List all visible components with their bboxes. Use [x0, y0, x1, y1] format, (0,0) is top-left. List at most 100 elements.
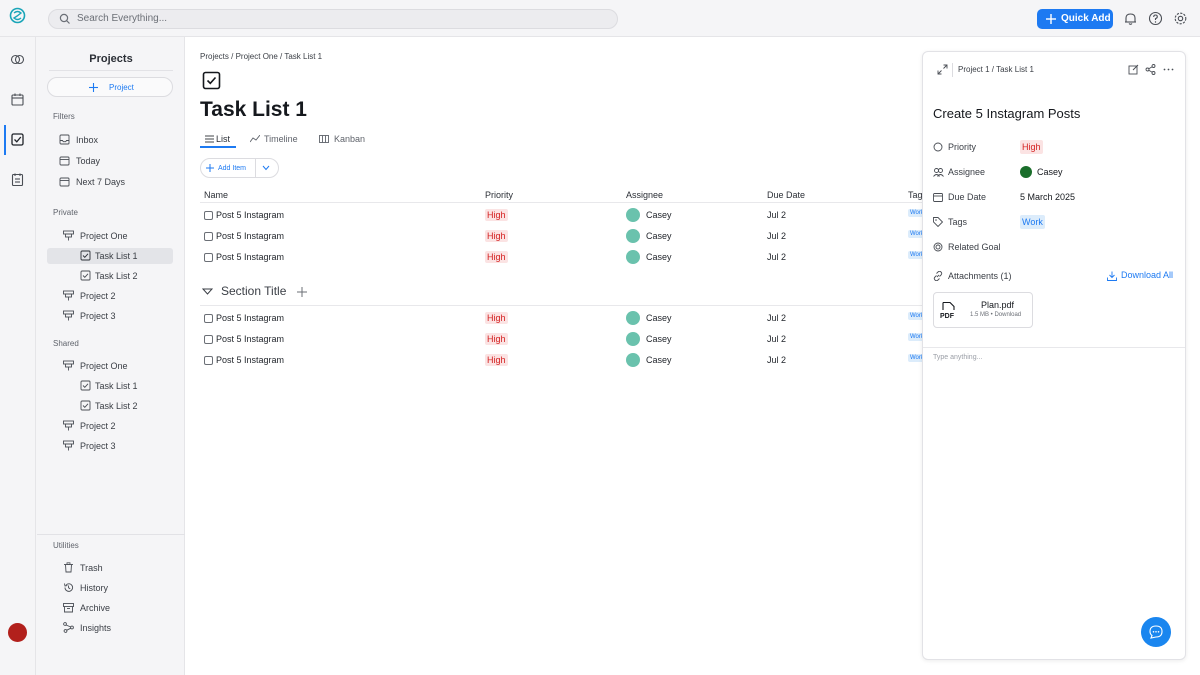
- sidebar-item-label: Archive: [80, 603, 111, 613]
- sidebar-item-shared-task-list-1[interactable]: Task List 1: [47, 378, 173, 394]
- assignee-name: Casey: [646, 210, 672, 220]
- link-icon: [933, 271, 943, 281]
- bell-icon[interactable]: [1123, 11, 1138, 26]
- comment-input[interactable]: Type anything...: [933, 354, 982, 361]
- search-bar[interactable]: Search Everything...: [48, 9, 618, 29]
- app-logo-icon[interactable]: [9, 7, 26, 24]
- more-options-icon[interactable]: [1163, 64, 1174, 75]
- row-checkbox[interactable]: [204, 211, 213, 220]
- section-title[interactable]: Section Title: [221, 284, 286, 298]
- trash-icon: [63, 562, 74, 573]
- row-checkbox[interactable]: [204, 253, 213, 262]
- field-label: Due Date: [948, 192, 987, 202]
- share-icon[interactable]: [1145, 64, 1156, 75]
- gear-icon[interactable]: [1173, 11, 1188, 26]
- attachment-card[interactable]: PDF Plan.pdf 1.5 MB • Download: [933, 292, 1033, 328]
- tab-label: Timeline: [264, 134, 298, 144]
- row-checkbox[interactable]: [204, 314, 213, 323]
- sidebar-item-project-one[interactable]: Project One: [47, 228, 173, 244]
- assignee-name: Casey: [646, 355, 672, 365]
- task-name: Post 5 Instagram: [216, 334, 285, 344]
- project-icon: [63, 420, 74, 431]
- row-checkbox[interactable]: [204, 335, 213, 344]
- notes-icon[interactable]: [10, 172, 25, 187]
- calendar-icon[interactable]: [10, 92, 25, 107]
- field-label: Priority: [948, 142, 977, 152]
- sidebar-item-shared-task-list-2[interactable]: Task List 2: [47, 398, 173, 414]
- sidebar-item-inbox[interactable]: Inbox: [47, 132, 173, 148]
- priority-value[interactable]: High: [1020, 140, 1043, 154]
- table-row[interactable]: Post 5 Instagram High Casey Jul 2 Work: [200, 207, 925, 225]
- sidebar-item-insights[interactable]: Insights: [47, 620, 173, 636]
- sidebar-item-shared-project-3[interactable]: Project 3: [47, 438, 173, 454]
- sidebar-divider: [37, 534, 185, 535]
- chat-button[interactable]: [1141, 617, 1171, 647]
- sidebar-item-archive[interactable]: Archive: [47, 600, 173, 616]
- sidebar-item-history[interactable]: History: [47, 580, 173, 596]
- task-title[interactable]: Create 5 Instagram Posts: [933, 106, 1080, 121]
- sidebar-item-task-list-2[interactable]: Task List 2: [47, 268, 173, 284]
- download-all-label: Download All: [1121, 270, 1174, 280]
- sidebar-item-task-list-1[interactable]: Task List 1: [47, 248, 173, 264]
- due-date-value[interactable]: 5 March 2025: [1020, 192, 1075, 202]
- row-checkbox[interactable]: [204, 356, 213, 365]
- column-header-tags[interactable]: Tags: [908, 190, 922, 200]
- sidebar-item-project-2[interactable]: Project 2: [47, 288, 173, 304]
- timeline-icon: [250, 135, 260, 143]
- chevron-down-icon[interactable]: [202, 288, 213, 295]
- due-date: Jul 2: [767, 231, 787, 241]
- due-date: Jul 2: [767, 313, 787, 323]
- sidebar-item-today[interactable]: Today: [47, 153, 173, 169]
- field-label: Attachments (1): [948, 271, 1012, 281]
- brain-icon[interactable]: [10, 52, 25, 67]
- assignee-value[interactable]: Casey: [1037, 167, 1063, 177]
- sidebar-item-label: History: [80, 583, 109, 593]
- due-date: Jul 2: [767, 334, 787, 344]
- table-row[interactable]: Post 5 Instagram High Casey Jul 2 Work: [200, 352, 925, 370]
- quick-add-button[interactable]: Quick Add: [1037, 9, 1113, 29]
- field-label: Tags: [948, 217, 968, 227]
- tags-value[interactable]: Work: [1020, 215, 1045, 229]
- sidebar-item-project-3[interactable]: Project 3: [47, 308, 173, 324]
- plus-icon: [89, 83, 98, 92]
- expand-icon[interactable]: [937, 64, 948, 75]
- task-name: Post 5 Instagram: [216, 355, 285, 365]
- column-header-assignee[interactable]: Assignee: [626, 190, 663, 200]
- projects-sidebar: Projects Project Filters Inbox Today Nex…: [37, 37, 185, 675]
- table-row[interactable]: Post 5 Instagram High Casey Jul 2 Work: [200, 310, 925, 328]
- assignee-avatar: [626, 208, 640, 222]
- sidebar-item-trash[interactable]: Trash: [47, 560, 173, 576]
- user-avatar[interactable]: [8, 623, 27, 642]
- plus-icon: [1046, 14, 1056, 24]
- task-check-icon[interactable]: [10, 132, 25, 147]
- field-label: Related Goal: [948, 242, 1001, 252]
- table-row[interactable]: Post 5 Instagram High Casey Jul 2 Work: [200, 249, 925, 267]
- column-header-due-date[interactable]: Due Date: [767, 190, 805, 200]
- sidebar-item-shared-project-2[interactable]: Project 2: [47, 418, 173, 434]
- breadcrumb[interactable]: Projects / Project One / Task List 1: [200, 52, 322, 61]
- sidebar-item-shared-project-one[interactable]: Project One: [47, 358, 173, 374]
- circle-icon: [933, 142, 943, 152]
- chevron-down-icon[interactable]: [262, 165, 270, 171]
- new-project-button[interactable]: Project: [47, 77, 173, 97]
- add-section-item-icon[interactable]: [297, 287, 307, 297]
- edit-icon[interactable]: [1128, 64, 1139, 75]
- table-row[interactable]: Post 5 Instagram High Casey Jul 2 Work: [200, 228, 925, 246]
- assignee-name: Casey: [646, 252, 672, 262]
- column-header-name[interactable]: Name: [204, 190, 228, 200]
- row-checkbox[interactable]: [204, 232, 213, 241]
- help-icon[interactable]: [1148, 11, 1163, 26]
- add-item-button[interactable]: Add Item: [200, 158, 279, 178]
- pdf-file-icon: PDF: [940, 302, 956, 320]
- sidebar-item-next-7-days[interactable]: Next 7 Days: [47, 174, 173, 190]
- sidebar-item-label: Project One: [80, 361, 128, 371]
- sidebar-item-label: Insights: [80, 623, 112, 633]
- panel-breadcrumb[interactable]: Project 1 / Task List 1: [958, 65, 1034, 74]
- table-row[interactable]: Post 5 Instagram High Casey Jul 2 Work: [200, 331, 925, 349]
- column-header-priority[interactable]: Priority: [485, 190, 513, 200]
- panel-crumb-divider: [952, 63, 953, 77]
- sidebar-title: Projects: [89, 53, 133, 65]
- task-detail-panel: Project 1 / Task List 1 Create 5 Instagr…: [922, 51, 1186, 660]
- header-divider: [200, 202, 925, 203]
- users-icon: [933, 167, 944, 177]
